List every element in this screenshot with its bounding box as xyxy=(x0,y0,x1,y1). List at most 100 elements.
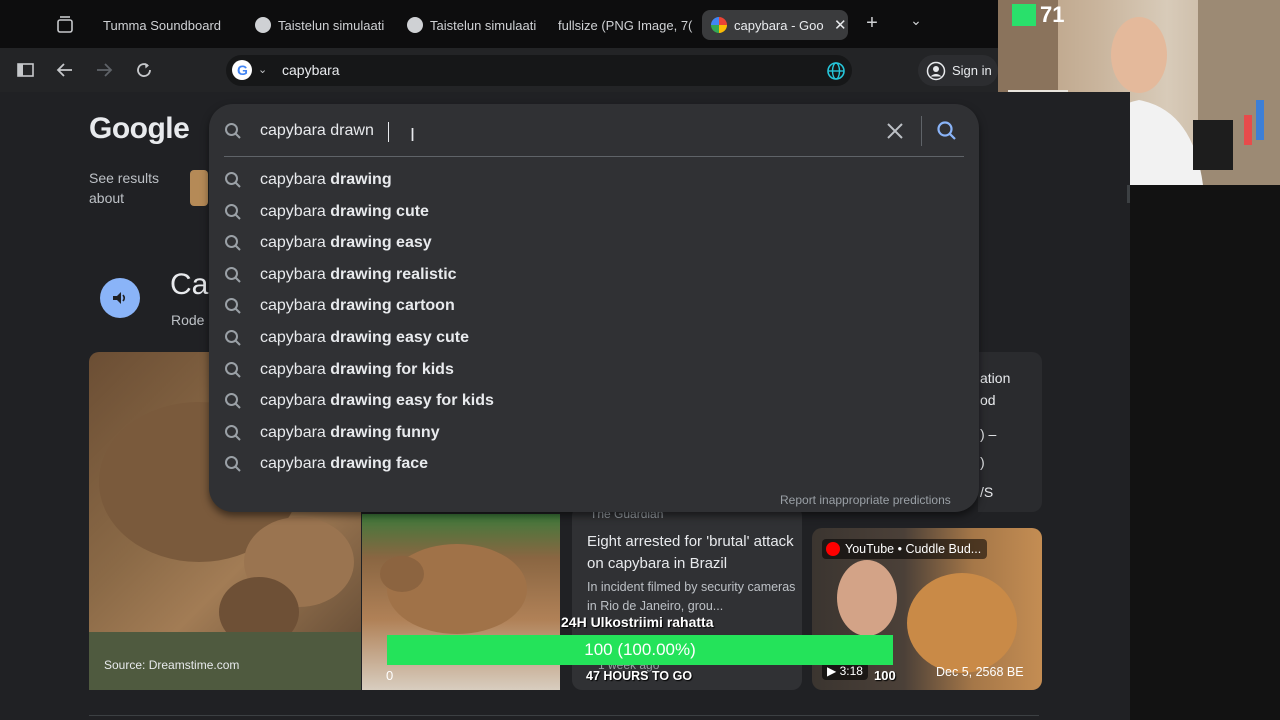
overlay-start-count: 0 xyxy=(386,668,394,683)
tab-collections-button[interactable] xyxy=(50,12,80,38)
overlay-progress-bar: 100 (100.00%) xyxy=(387,635,893,665)
pronunciation-button[interactable] xyxy=(100,278,140,318)
right-background xyxy=(1130,185,1280,720)
openai-icon xyxy=(255,17,271,33)
search-icon xyxy=(224,203,242,221)
sign-in-button[interactable]: Sign in xyxy=(918,55,998,86)
overlay-progress-text: 100 (100.00%) xyxy=(584,640,696,659)
side-snippet: od xyxy=(980,392,996,408)
news-title[interactable]: Eight arrested for 'brutal' attack on ca… xyxy=(587,531,797,575)
suggestion-prefix: capybara xyxy=(260,297,331,315)
tab-list-chevron-icon[interactable]: ⌄ xyxy=(904,12,928,36)
back-button[interactable] xyxy=(51,56,79,84)
search-suggestion[interactable]: capybara drawing realistic xyxy=(224,259,457,291)
google-logo[interactable]: Google xyxy=(89,112,190,146)
search-icon xyxy=(224,122,242,145)
new-tab-button[interactable]: + xyxy=(860,12,884,36)
close-icon xyxy=(887,123,903,139)
search-suggestion[interactable]: capybara drawing funny xyxy=(224,417,440,449)
report-predictions-link[interactable]: Report inappropriate predictions xyxy=(780,493,951,507)
divider xyxy=(224,156,964,157)
search-icon xyxy=(224,361,242,379)
search-suggestion[interactable]: capybara drawing easy for kids xyxy=(224,385,494,417)
tab-label: Taistelun simulaati xyxy=(278,17,385,33)
tab-3[interactable]: Taistelun simulaati xyxy=(398,10,544,40)
search-suggestion[interactable]: capybara drawing xyxy=(224,164,392,196)
search-suggestion[interactable]: capybara drawing face xyxy=(224,448,428,480)
suggestion-prefix: capybara xyxy=(260,265,331,283)
tab-1[interactable]: Tumma Soundboard xyxy=(92,10,242,40)
suggestion-prefix: capybara xyxy=(260,360,331,378)
tab-2[interactable]: Taistelun simulaati xyxy=(246,10,392,40)
suggestion-completion: drawing face xyxy=(330,455,429,473)
kick-logo-icon xyxy=(1012,4,1036,26)
side-snippet: ) xyxy=(980,454,985,470)
suggestion-completion: drawing xyxy=(330,171,392,188)
side-snippet: ) – xyxy=(980,426,997,442)
news-description: In incident filmed by security cameras i… xyxy=(587,580,796,613)
side-snippet: ation xyxy=(980,370,1011,386)
openai-icon xyxy=(407,17,423,33)
side-snippet: /S xyxy=(980,484,994,500)
search-icon xyxy=(224,234,242,252)
engine-chevron-down-icon[interactable]: ⌄ xyxy=(258,63,267,76)
mouse-ibeam-cursor-icon: I xyxy=(410,125,416,145)
search-icon xyxy=(224,266,242,284)
suggestion-prefix: capybara xyxy=(260,234,331,252)
search-icon xyxy=(224,424,242,442)
youtube-icon xyxy=(826,542,840,556)
divider xyxy=(921,116,922,146)
suggestion-completion: drawing easy xyxy=(330,234,432,252)
divider xyxy=(89,715,1039,716)
tab-label: capybara - Goo xyxy=(734,17,824,33)
video-source-badge: YouTube • Cuddle Bud... xyxy=(822,539,988,559)
tab-close-icon[interactable]: ✕ xyxy=(834,16,847,34)
search-submit-button[interactable] xyxy=(936,120,958,142)
search-suggestion[interactable]: capybara drawing for kids xyxy=(224,354,454,386)
suggestion-completion: drawing realistic xyxy=(330,265,457,283)
account-icon xyxy=(926,61,946,80)
suggestion-prefix: capybara xyxy=(260,392,331,410)
clear-search-button[interactable] xyxy=(884,120,906,142)
search-suggestion[interactable]: capybara drawing easy xyxy=(224,227,432,259)
suggestion-prefix: capybara xyxy=(260,329,331,346)
image-source: Source: Dreamstime.com xyxy=(104,658,240,672)
see-results-about: See results about xyxy=(89,170,160,206)
search-suggestion[interactable]: capybara drawing easy cute xyxy=(224,322,469,354)
suggestion-prefix: capybara xyxy=(260,423,331,441)
video-channel: YouTube • Cuddle Bud... xyxy=(845,542,982,556)
address-text[interactable]: capybara xyxy=(282,62,340,78)
suggestion-completion: drawing cartoon xyxy=(330,297,455,315)
tab-label: Taistelun simulaati xyxy=(430,17,537,33)
translate-globe-icon[interactable] xyxy=(826,61,846,86)
svg-text:G: G xyxy=(237,62,248,78)
search-suggestion[interactable]: capybara drawing cute xyxy=(224,196,429,228)
search-input[interactable]: capybara drawn xyxy=(260,122,374,140)
search-engine-google-icon[interactable]: G xyxy=(232,60,252,80)
sidebar-toggle-button[interactable] xyxy=(12,56,40,84)
suggestion-prefix: capybara xyxy=(260,455,331,473)
scrollbar-thumb[interactable] xyxy=(1127,185,1130,203)
tab-4[interactable]: fullsize (PNG Image, 7( xyxy=(548,10,694,40)
suggestion-completion: drawing easy cute xyxy=(330,329,469,346)
overlay-goal-count: 100 xyxy=(874,668,896,683)
suggestion-prefix: capybara xyxy=(260,202,331,220)
reload-icon xyxy=(137,63,151,77)
overlay-goal-title: 24H Ulkostriimi rahatta xyxy=(561,614,714,630)
suggestion-completion: drawing for kids xyxy=(330,360,454,378)
reload-button[interactable] xyxy=(130,56,158,84)
text-caret xyxy=(388,122,389,142)
search-icon xyxy=(937,121,956,140)
search-icon xyxy=(224,297,242,315)
webcam-score: 71 xyxy=(1040,2,1065,27)
forward-button[interactable] xyxy=(90,56,118,84)
search-icon xyxy=(224,329,242,347)
tab-active[interactable]: capybara - Goo ✕ xyxy=(702,10,848,40)
overlay-time-left: 47 HOURS TO GO xyxy=(586,669,693,683)
search-suggestion[interactable]: capybara drawing cartoon xyxy=(224,290,455,322)
sign-in-label: Sign in xyxy=(952,63,992,78)
suggestion-prefix: capybara xyxy=(260,171,331,188)
see-results-thumbnail[interactable] xyxy=(190,170,208,206)
search-icon xyxy=(224,171,242,189)
collections-icon xyxy=(57,16,73,33)
